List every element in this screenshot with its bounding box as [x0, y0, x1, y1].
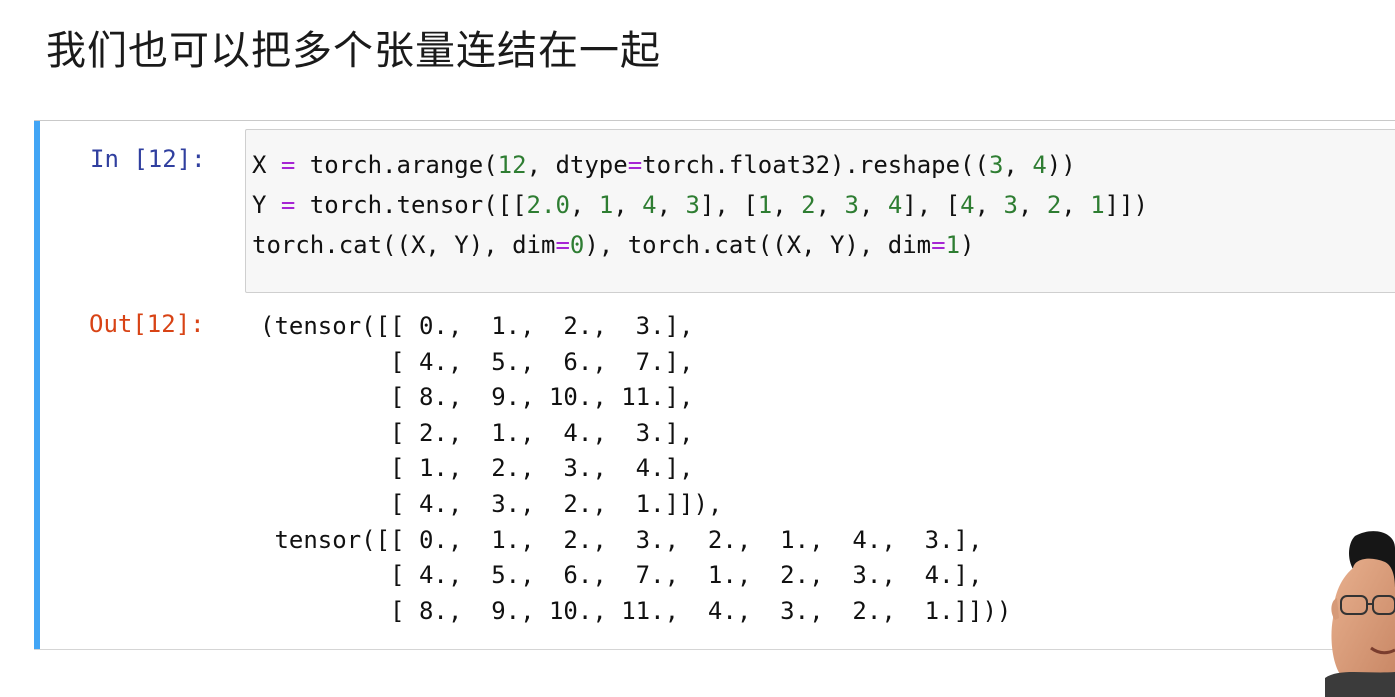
code-number: 4 — [887, 191, 903, 219]
code-input-area[interactable]: X = torch.arange(12, dtype=torch.float32… — [245, 129, 1395, 293]
code-token: , — [569, 191, 599, 219]
code-token: , — [974, 191, 1004, 219]
code-line: Y = torch.tensor([[2.0, 1, 4, 3], [1, 2,… — [252, 185, 1148, 225]
code-number: 4 — [642, 191, 657, 219]
code-token: , — [1003, 151, 1033, 179]
code-token: torch.arange( — [295, 151, 498, 179]
code-token: , — [858, 191, 888, 219]
code-token: , — [656, 191, 686, 219]
output-prompt: Out[12]: — [89, 310, 205, 338]
code-operator: = — [280, 191, 296, 219]
output-line: tensor([[ 0., 1., 2., 3., 2., 1., 4., 3.… — [260, 525, 983, 554]
output-line: [ 4., 3., 2., 1.]]), — [260, 489, 723, 518]
code-token: torch.cat((X, Y), dim — [252, 231, 556, 259]
code-token: torch.float32).reshape(( — [642, 151, 989, 179]
code-token: Y — [252, 191, 281, 219]
code-number: 1 — [757, 191, 773, 219]
code-operator: = — [931, 231, 946, 259]
code-token: , dtype — [526, 151, 628, 179]
code-operator: = — [627, 151, 643, 179]
code-token: ) — [960, 231, 975, 259]
code-number: 3 — [988, 151, 1004, 179]
presenter-video-icon — [1325, 531, 1395, 697]
output-line: [ 8., 9., 10., 11.], — [260, 383, 694, 412]
code-token: , — [815, 191, 845, 219]
code-editor[interactable]: X = torch.arange(12, dtype=torch.float32… — [252, 145, 1148, 265]
output-line: [ 1., 2., 3., 4.], — [260, 454, 694, 483]
code-number: 4 — [1032, 151, 1047, 179]
output-line: (tensor([[ 0., 1., 2., 3.], — [260, 312, 694, 340]
notebook-code-cell[interactable]: In [12]: X = torch.arange(12, dtype=torc… — [34, 120, 1395, 650]
output-line: [ 4., 5., 6., 7., 1., 2., 3., 4.], — [260, 561, 983, 590]
code-token: ], [ — [699, 191, 758, 219]
output-line: [ 2., 1., 4., 3.], — [260, 418, 694, 447]
code-number: 3 — [1003, 191, 1018, 219]
code-number: 2 — [1046, 191, 1062, 219]
code-token: , — [613, 191, 643, 219]
code-number: 12 — [497, 151, 527, 179]
output-line: [ 4., 5., 6., 7.], — [260, 347, 694, 376]
code-line: X = torch.arange(12, dtype=torch.float32… — [252, 145, 1148, 185]
code-number: 2 — [801, 191, 816, 219]
code-number: 1 — [598, 191, 614, 219]
code-number: 3 — [685, 191, 700, 219]
code-operator: = — [280, 151, 296, 179]
code-token: , — [1017, 191, 1047, 219]
code-number: 2.0 — [526, 191, 570, 219]
code-number: 1 — [945, 231, 961, 259]
code-number: 3 — [844, 191, 859, 219]
input-prompt: In [12]: — [90, 145, 206, 173]
code-operator: = — [555, 231, 570, 259]
code-token: ]]) — [1104, 191, 1148, 219]
code-number: 0 — [569, 231, 585, 259]
code-token: )) — [1046, 151, 1076, 179]
code-token: torch.tensor([[ — [295, 191, 527, 219]
output-line: [ 8., 9., 10., 11., 4., 3., 2., 1.]])) — [260, 596, 1012, 625]
code-line: torch.cat((X, Y), dim=0), torch.cat((X, … — [252, 225, 1148, 265]
code-number: 4 — [960, 191, 975, 219]
cell-selection-bar — [34, 121, 40, 649]
code-token: , — [772, 191, 802, 219]
code-token: , — [1061, 191, 1091, 219]
code-number: 1 — [1090, 191, 1105, 219]
code-token: X — [252, 151, 281, 179]
slide-title: 我们也可以把多个张量连结在一起 — [46, 28, 661, 74]
code-token: ), torch.cat((X, Y), dim — [584, 231, 932, 259]
cell-output: (tensor([[ 0., 1., 2., 3.], [ 4., 5., 6.… — [260, 309, 1011, 629]
code-token: ], [ — [902, 191, 961, 219]
